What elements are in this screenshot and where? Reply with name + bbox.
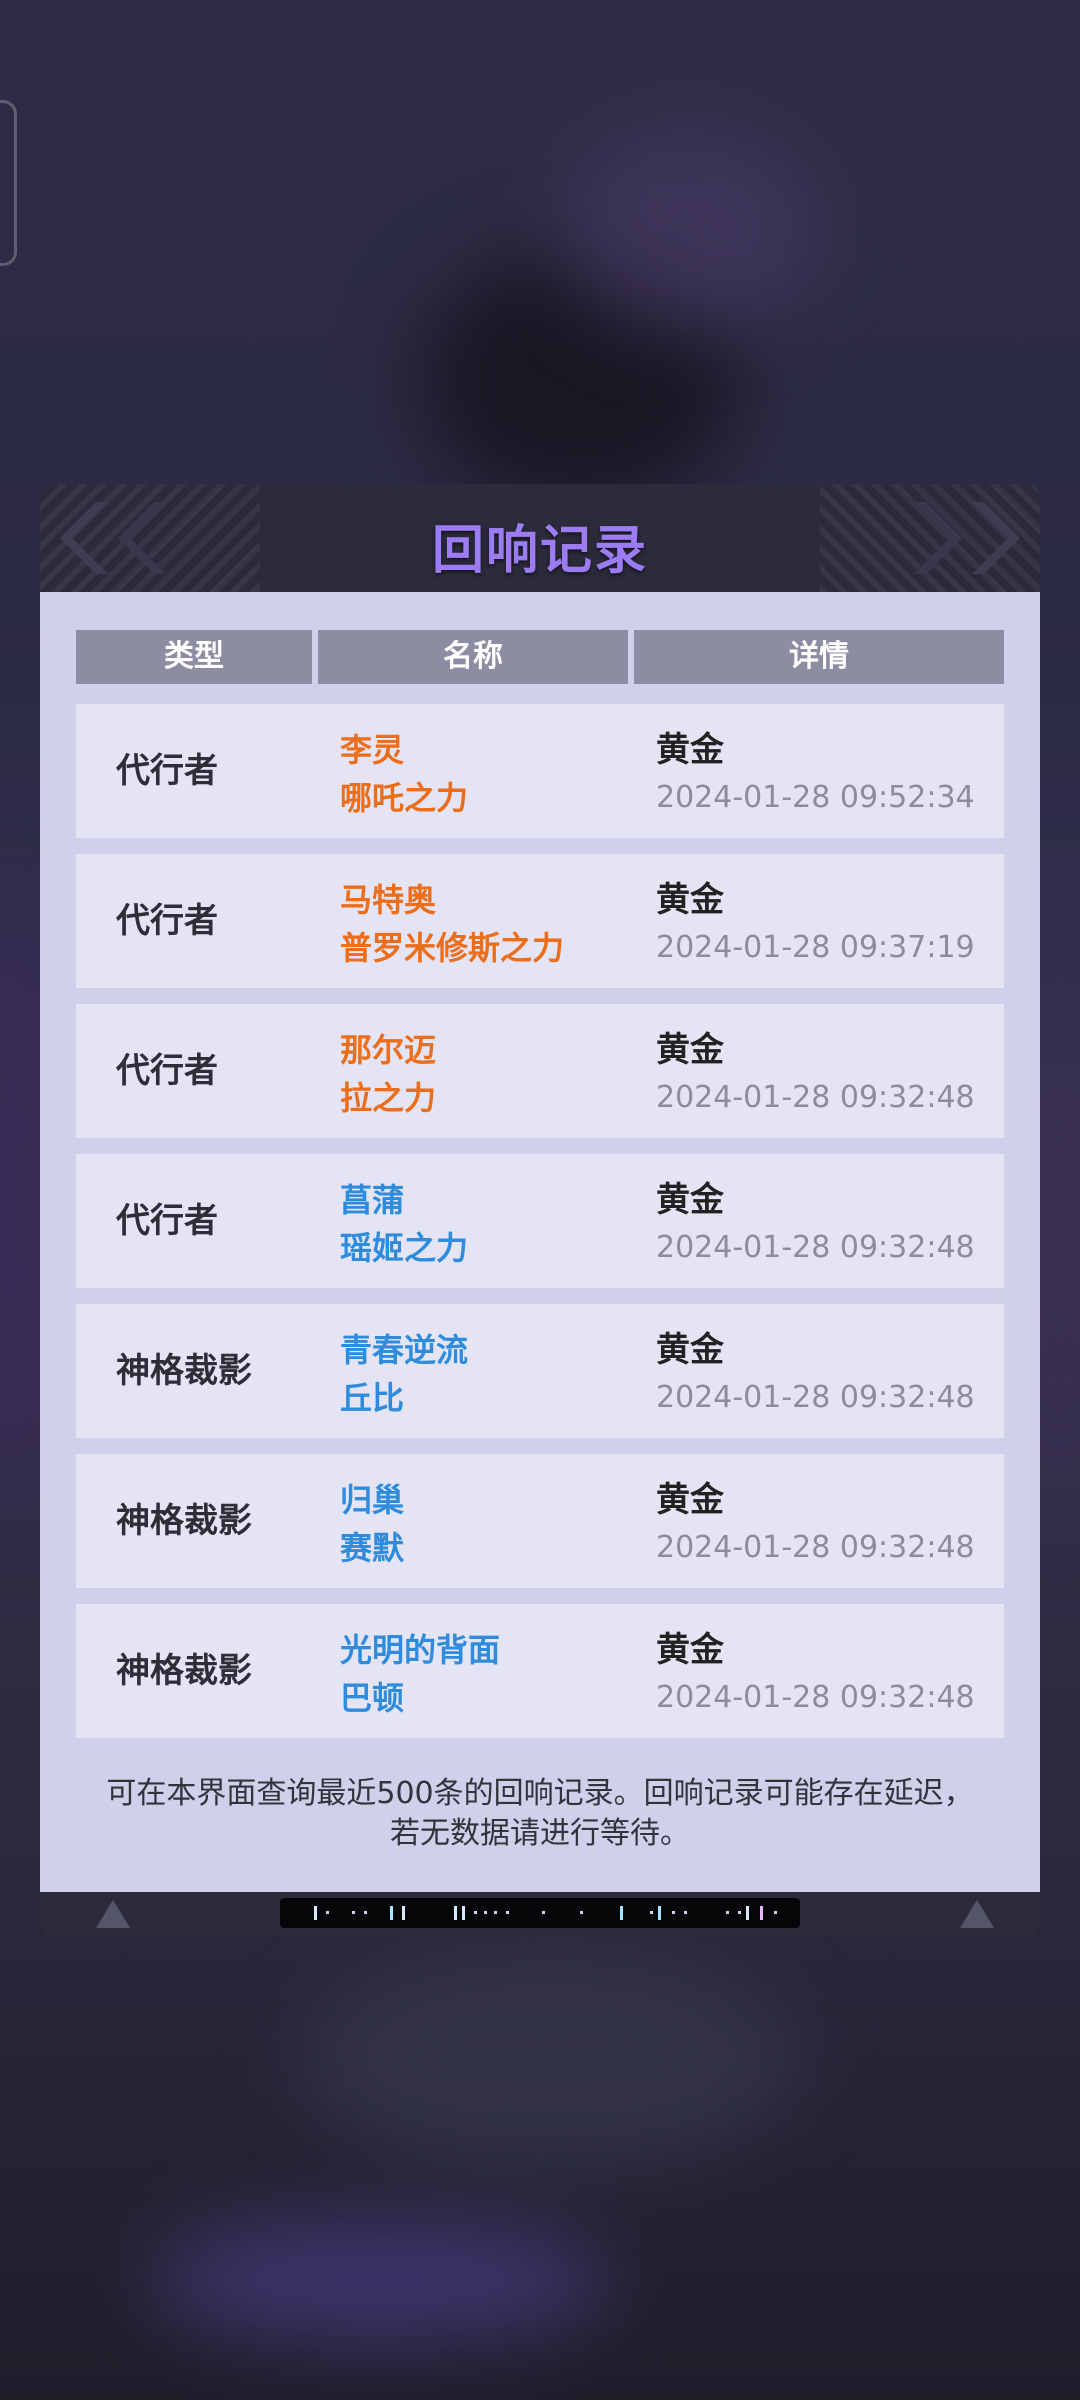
record-type: 神格裁影 [116,1351,252,1391]
record-name-line2: 丘比 [340,1379,405,1417]
record-row: 代行者 马特奥 普罗米修斯之力 黄金 2024-01-28 09:37:19 [76,854,1004,988]
record-rarity: 黄金 [656,1630,724,1670]
record-row: 神格裁影 光明的背面 巴顿 黄金 2024-01-28 09:32:48 [76,1604,1004,1738]
scan-dot [364,1911,367,1914]
scan-dot [352,1911,355,1914]
dialog-body: 类型 名称 详情 代行者 李灵 哪吒之力 黄金 2024-01-28 09:52… [40,592,1040,1892]
record-name-line2: 拉之力 [340,1079,437,1117]
record-type: 代行者 [116,901,218,941]
record-name: 光明的背面 巴顿 [340,1626,500,1722]
record-time: 2024-01-28 09:32:48 [656,1080,975,1115]
record-name-line1: 光明的背面 [340,1631,501,1669]
record-name-line2: 赛默 [340,1529,405,1567]
record-type: 代行者 [116,1051,218,1091]
record-row: 代行者 菖蒲 瑶姬之力 黄金 2024-01-28 09:32:48 [76,1154,1004,1288]
record-name: 李灵 哪吒之力 [340,726,468,822]
warning-icon [96,1900,130,1928]
scan-dot [684,1911,687,1914]
scan-dot [774,1911,777,1914]
record-rarity: 黄金 [656,1480,724,1520]
record-name-line2: 哪吒之力 [340,779,469,817]
scan-dot [484,1911,487,1914]
record-time: 2024-01-28 09:37:19 [656,930,975,965]
record-details: 黄金 2024-01-28 09:32:48 [656,1326,975,1422]
record-details: 黄金 2024-01-28 09:32:48 [656,1626,975,1722]
record-details: 黄金 2024-01-28 09:32:48 [656,1176,975,1272]
scan-dot [506,1911,509,1914]
record-type: 神格裁影 [116,1501,252,1541]
dialog-footer [40,1892,1040,1936]
scan-dot [494,1911,497,1914]
record-rarity: 黄金 [656,1330,724,1370]
scan-dot [650,1911,653,1914]
record-row: 代行者 那尔迈 拉之力 黄金 2024-01-28 09:32:48 [76,1004,1004,1138]
record-rarity: 黄金 [656,730,724,770]
table-header: 类型 名称 详情 [76,630,1004,684]
scan-tick [390,1906,393,1920]
scan-tick [314,1906,317,1920]
record-name: 那尔迈 拉之力 [340,1026,436,1122]
record-time: 2024-01-28 09:32:48 [656,1230,975,1265]
record-time: 2024-01-28 09:32:48 [656,1380,975,1415]
scan-tick [746,1906,749,1920]
record-type: 代行者 [116,1201,218,1241]
record-name-line1: 那尔迈 [340,1031,437,1069]
column-header-type: 类型 [76,630,312,684]
record-rarity: 黄金 [656,1180,724,1220]
record-type: 神格裁影 [116,1651,252,1691]
scan-dot [726,1911,729,1914]
scan-tick [454,1906,457,1920]
record-details: 黄金 2024-01-28 09:32:48 [656,1476,975,1572]
record-time: 2024-01-28 09:52:34 [656,780,975,815]
scan-bar-decoration [280,1898,800,1928]
background-blob [300,1950,800,2170]
records-notice: 可在本界面查询最近500条的回响记录。回响记录可能存在延迟，若无数据请进行等待。 [106,1776,974,1851]
record-name-line1: 青春逆流 [340,1331,469,1369]
record-details: 黄金 2024-01-28 09:32:48 [656,1026,975,1122]
record-name-line2: 普罗米修斯之力 [340,929,565,967]
record-row: 神格裁影 青春逆流 丘比 黄金 2024-01-28 09:32:48 [76,1304,1004,1438]
column-header-details: 详情 [634,630,1004,684]
scan-tick [402,1906,405,1920]
side-frame-decoration [0,100,17,266]
record-rarity: 黄金 [656,1030,724,1070]
column-header-name: 名称 [318,630,628,684]
record-name: 菖蒲 瑶姬之力 [340,1176,468,1272]
record-name: 青春逆流 丘比 [340,1326,468,1422]
scan-tick [760,1906,763,1920]
record-time: 2024-01-28 09:32:48 [656,1680,975,1715]
record-name: 归巢 赛默 [340,1476,404,1572]
scan-tick [658,1906,661,1920]
scan-dot [738,1911,741,1914]
scan-dot [580,1911,583,1914]
record-row: 神格裁影 归巢 赛默 黄金 2024-01-28 09:32:48 [76,1454,1004,1588]
record-rarity: 黄金 [656,880,724,920]
dialog-title: 回响记录 [431,521,648,581]
scan-dot [326,1911,329,1914]
record-name-line1: 归巢 [340,1481,405,1519]
record-name: 马特奥 普罗米修斯之力 [340,876,564,972]
record-name-line1: 菖蒲 [340,1181,405,1219]
scan-dot [542,1911,545,1914]
record-name-line1: 马特奥 [340,881,437,919]
record-name-line2: 瑶姬之力 [340,1229,469,1267]
record-details: 黄金 2024-01-28 09:52:34 [656,726,975,822]
record-name-line2: 巴顿 [340,1679,405,1717]
scan-tick [462,1906,465,1920]
record-name-line1: 李灵 [340,731,405,769]
dialog-header: 回响记录 [40,484,1040,592]
echo-record-dialog: 回响记录 类型 名称 详情 代行者 李灵 哪吒之力 黄金 2024-01-28 … [40,484,1040,1936]
scan-dot [672,1911,675,1914]
record-time: 2024-01-28 09:32:48 [656,1530,975,1565]
scan-tick [620,1906,623,1920]
scan-dot [474,1911,477,1914]
background-blob [150,2220,610,2340]
background-blob [560,130,820,330]
record-row: 代行者 李灵 哪吒之力 黄金 2024-01-28 09:52:34 [76,704,1004,838]
warning-icon [960,1900,994,1928]
record-type: 代行者 [116,751,218,791]
record-details: 黄金 2024-01-28 09:37:19 [656,876,975,972]
